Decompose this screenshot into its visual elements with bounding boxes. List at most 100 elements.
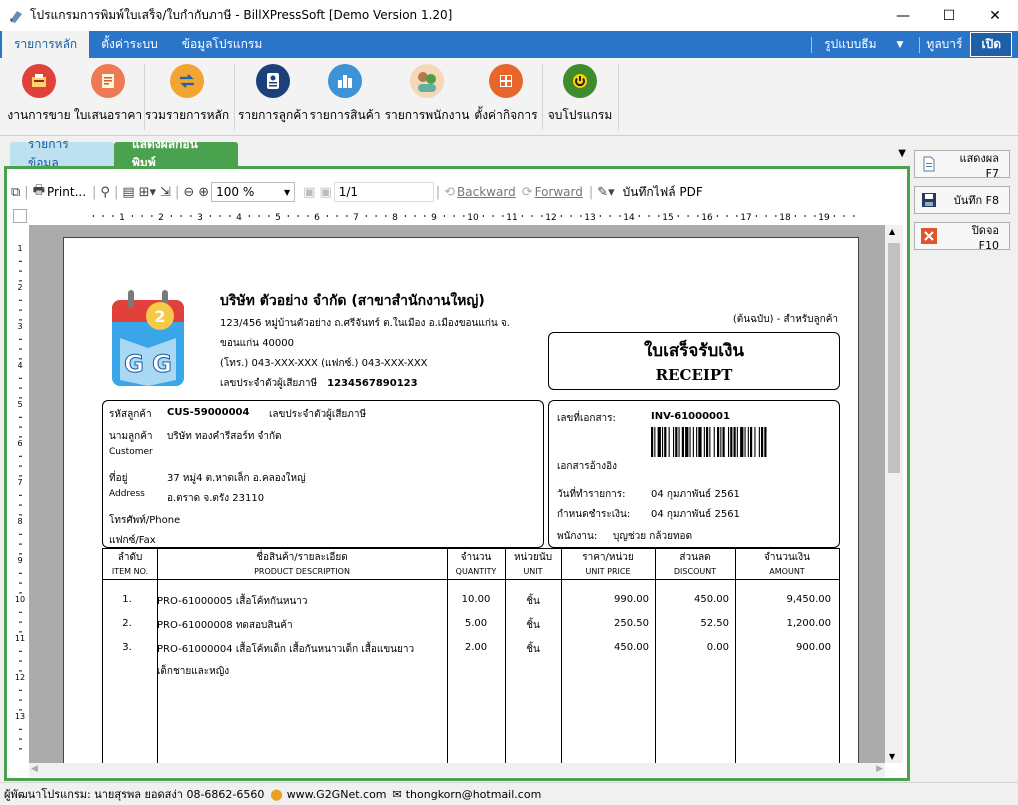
status-bar: ผู้พัฒนาโปรแกรม: นายสุรพล ยอดสง่า 08-686…: [0, 782, 1018, 805]
ruler-tick: [375, 215, 377, 217]
find-icon[interactable]: ⚲: [100, 185, 110, 200]
row1-unit: ชิ้น: [526, 596, 540, 607]
first-page-icon[interactable]: ▣: [303, 185, 315, 200]
tab-data-list[interactable]: รายการข้อมูล: [10, 137, 114, 170]
ruler-number: 3: [197, 213, 203, 223]
ruler-tick: [19, 416, 22, 418]
save-icon: [922, 193, 936, 207]
multipage-icon[interactable]: ⊞▾: [139, 185, 156, 200]
product-list-button[interactable]: รายการสินค้า: [310, 62, 380, 132]
ruler-number: 14: [623, 213, 635, 223]
ruler-tick: [853, 215, 855, 217]
tab-system-settings[interactable]: ตั้งค่าระบบ: [89, 31, 170, 58]
ruler-tick: [424, 215, 426, 217]
ruler-tick: [19, 631, 22, 633]
forward-button[interactable]: ⟳ Forward: [520, 185, 583, 200]
print-button[interactable]: 🖶 Print...: [31, 181, 86, 203]
ruler-tick: [599, 215, 601, 217]
chevron-down-icon[interactable]: ▼: [898, 148, 906, 159]
toolbar-label: ทูลบาร์: [926, 37, 963, 51]
col-amount-th: จำนวนเงิน: [764, 552, 810, 563]
ruler-tick: [19, 504, 22, 506]
show-preview-button[interactable]: แสดงผล F7: [914, 150, 1010, 180]
scroll-down-icon[interactable]: ▼: [889, 752, 895, 761]
column-divider: [655, 548, 656, 763]
ruler-tick: [19, 533, 22, 535]
ruler-number: 18: [779, 213, 791, 223]
employee-list-button[interactable]: รายการพนักงาน: [385, 62, 469, 132]
barcode-bar: [758, 427, 760, 457]
ruler-tick: [19, 709, 22, 711]
col-unit-en: UNIT: [523, 567, 543, 576]
ruler-tick: [677, 215, 679, 217]
ruler-number: 5: [275, 213, 281, 223]
ruler-tick: [248, 215, 250, 217]
tab-program-info[interactable]: ข้อมูลโปรแกรม: [170, 31, 275, 58]
email-link[interactable]: ✉ thongkorn@hotmail.com: [393, 788, 542, 801]
copy-icon[interactable]: ⧉: [11, 185, 20, 200]
exit-button[interactable]: จบโปรแกรม: [548, 62, 612, 132]
ruler-tick: [19, 358, 22, 360]
backward-button[interactable]: ⟲ Backward: [442, 185, 516, 200]
save-button[interactable]: บันทึก F8: [914, 186, 1010, 214]
ruler-number: 7: [353, 213, 359, 223]
page-setup-icon[interactable]: ▤: [122, 185, 134, 200]
email-icon: ✉: [392, 787, 402, 801]
ruler-tick: [180, 215, 182, 217]
customer-list-icon: [256, 64, 290, 98]
ruler-number: 1: [17, 244, 22, 253]
ruler-tick: [19, 475, 22, 477]
ruler-tick: [19, 397, 22, 399]
tab-print-preview[interactable]: แสดงผลก่อนพิมพ์: [114, 137, 238, 170]
skin-selector[interactable]: รูปแบบธีม: [818, 35, 882, 54]
col-discount-th: ส่วนลด: [679, 552, 711, 563]
customer-address-line2: อ.ตราด จ.ตรัง 23110: [167, 493, 265, 504]
maximize-button[interactable]: ☐: [926, 0, 972, 31]
scroll-right-icon[interactable]: ▶: [876, 764, 883, 774]
quotation-button[interactable]: ใบเสนอราคา: [74, 62, 142, 132]
page-number-input[interactable]: 1/1: [333, 182, 434, 202]
ruler-tick: [297, 215, 299, 217]
save-pdf-button[interactable]: บันทึกไฟล์ PDF: [623, 183, 703, 202]
page-layout-icon[interactable]: ⇲: [160, 185, 171, 200]
company-name: บริษัท ตัวอย่าง จำกัด (สาขาสำนักงานใหญ่): [220, 293, 485, 309]
barcode-bar: [673, 427, 675, 457]
ruler-number: 10: [467, 213, 479, 223]
consolidate-button[interactable]: รวมรายการหลัก: [145, 62, 229, 132]
vertical-scrollbar[interactable]: ▲ ▼: [885, 225, 903, 763]
ruler-tick: [19, 436, 22, 438]
toolbar-toggle[interactable]: เปิด: [970, 32, 1012, 57]
zoom-dropdown[interactable]: 100 % ▼: [211, 182, 296, 202]
ruler-number: 17: [740, 213, 751, 223]
row1-desc: PRO-61000005 เสื้อโค้ทกันหนาว: [157, 596, 308, 607]
scroll-up-icon[interactable]: ▲: [889, 227, 895, 236]
barcode-bar: [728, 427, 730, 457]
scroll-left-icon[interactable]: ◀: [31, 764, 38, 774]
developer-info: ผู้พัฒนาโปรแกรม: นายสุรพล ยอดสง่า 08-686…: [4, 788, 265, 801]
website-link[interactable]: ⬤ www.G2GNet.com: [270, 788, 386, 801]
ribbon-tab-bar: รายการหลัก ตั้งค่าระบบ ข้อมูลโปรแกรม รูป…: [0, 31, 1018, 58]
sales-button[interactable]: งานการขาย: [7, 62, 71, 132]
export-icon[interactable]: ✎▾: [597, 185, 614, 200]
barcode-bar: [685, 427, 689, 457]
row1-price: 990.00: [614, 594, 649, 605]
document-title-th: ใบเสร็จรับเงิน: [643, 341, 745, 361]
scrollbar-thumb[interactable]: [888, 243, 900, 473]
minimize-button[interactable]: —: [880, 0, 926, 31]
prev-page-icon[interactable]: ▣: [319, 185, 331, 200]
ruler-tick: [521, 215, 523, 217]
horizontal-scrollbar[interactable]: ◀ ▶: [29, 763, 885, 777]
ruler-tick: [19, 348, 22, 350]
tab-main-menu[interactable]: รายการหลัก: [2, 31, 90, 58]
chevron-down-icon[interactable]: ▼: [896, 40, 903, 50]
business-settings-button[interactable]: ตั้งค่ากิจการ: [474, 62, 538, 132]
zoom-in-icon[interactable]: ⊕: [198, 185, 209, 200]
close-button[interactable]: ✕: [972, 0, 1018, 31]
ruler-tick: [843, 215, 845, 217]
barcode-bar: [678, 427, 680, 457]
close-screen-button[interactable]: ปิดจอ F10: [914, 222, 1010, 252]
customer-list-button[interactable]: รายการลูกค้า: [238, 62, 308, 132]
ruler-number: 8: [392, 213, 398, 223]
ruler-number: 2: [158, 213, 164, 223]
zoom-out-icon[interactable]: ⊖: [183, 185, 194, 200]
